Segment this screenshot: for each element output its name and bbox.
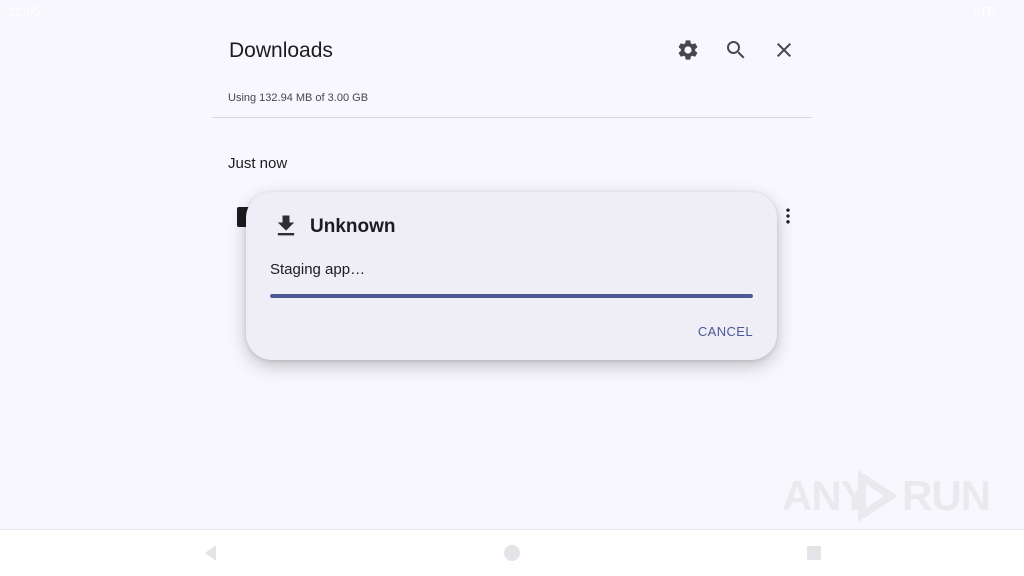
progress-fill	[270, 294, 753, 298]
close-icon	[772, 38, 796, 67]
download-progress-dialog: Unknown Staging app… CANCEL	[246, 192, 777, 360]
recents-button[interactable]	[803, 542, 825, 564]
dialog-message: Staging app…	[270, 261, 366, 278]
close-button[interactable]	[768, 36, 800, 68]
storage-usage: Using 132.94 MB of 3.00 GB	[228, 92, 369, 104]
back-icon	[200, 545, 222, 568]
status-time: 12:05	[8, 4, 41, 19]
home-icon	[501, 545, 523, 568]
recents-icon	[803, 546, 825, 568]
section-label-just-now: Just now	[228, 155, 288, 172]
settings-button[interactable]	[672, 36, 704, 68]
downloads-header: Downloads Using 132.94 MB of 3.00 GB	[212, 0, 812, 118]
settings-icon	[676, 38, 700, 67]
watermark-right-text: RUN	[902, 472, 991, 519]
back-button[interactable]	[200, 542, 222, 564]
page-title: Downloads	[229, 39, 333, 62]
play-logo-icon	[858, 470, 898, 522]
progress-bar	[270, 294, 753, 298]
more-options-button[interactable]	[780, 206, 796, 230]
more-vert-icon	[778, 206, 798, 231]
search-button[interactable]	[720, 36, 752, 68]
navigation-bar	[0, 529, 1024, 576]
anyrun-watermark: ANY RUN	[782, 466, 991, 526]
home-button[interactable]	[501, 542, 523, 564]
dialog-title: Unknown	[310, 216, 396, 237]
search-icon	[724, 38, 748, 67]
status-network: LTE	[973, 4, 996, 19]
download-icon	[272, 212, 298, 240]
cancel-button[interactable]: CANCEL	[698, 324, 753, 339]
